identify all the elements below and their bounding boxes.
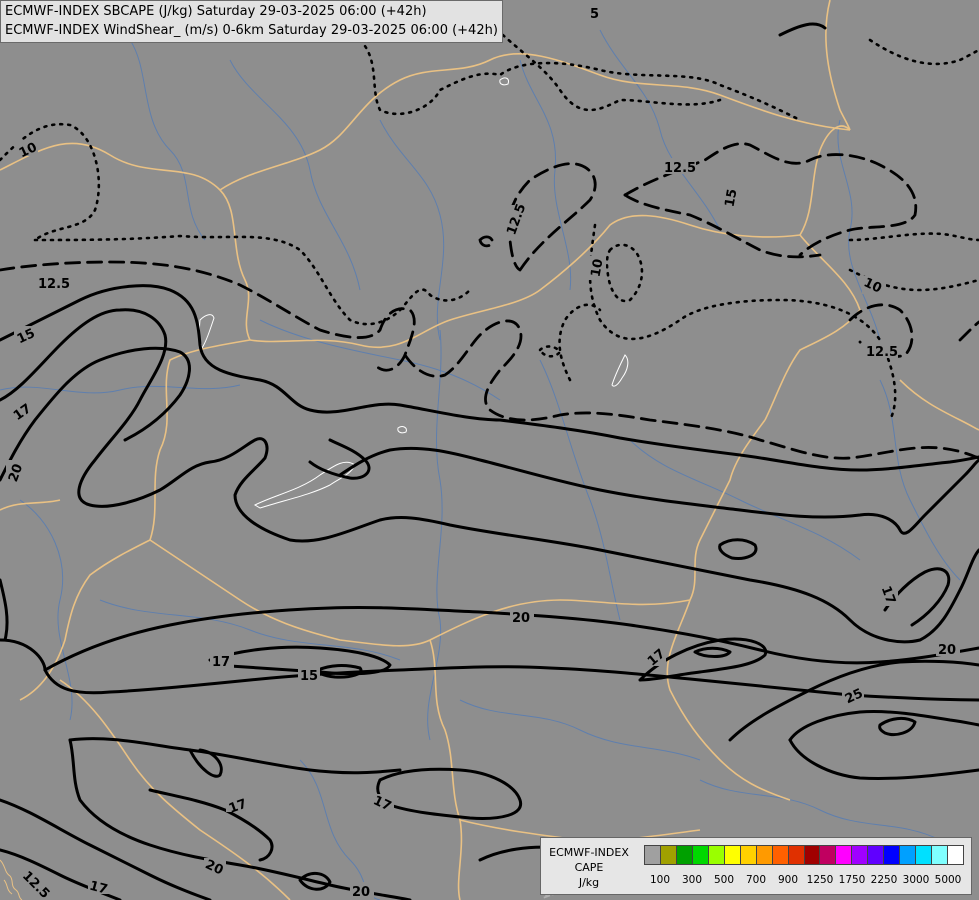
- cape-legend: ECMWF-INDEX CAPE J/kg 100 300 500 700 900 125…: [540, 837, 972, 895]
- contour-label: 5: [590, 7, 599, 22]
- contour-label: 12.5: [664, 161, 696, 176]
- legend-swatch: [660, 845, 677, 865]
- map-background: [0, 0, 979, 900]
- legend-tick-label: 3000: [902, 874, 930, 886]
- legend-swatch: [724, 845, 741, 865]
- contour-label: 12.5: [38, 277, 70, 292]
- legend-swatch: [836, 845, 853, 865]
- contour-label: 10: [589, 258, 607, 278]
- contour-label: 17: [212, 655, 230, 670]
- contour-label: 12.5: [866, 345, 898, 360]
- header-line-windshear: ECMWF-INDEX WindShear_ (m/s) 0-6km Satur…: [5, 23, 498, 38]
- legend-swatch: [772, 845, 789, 865]
- legend-swatch: [932, 845, 949, 865]
- legend-swatch: [644, 845, 661, 865]
- legend-tick-label: 500: [713, 874, 735, 886]
- legend-swatch: [900, 845, 917, 865]
- legend-title: ECMWF-INDEX CAPE J/kg: [545, 845, 633, 890]
- legend-tick-label: 300: [681, 874, 703, 886]
- map-header: ECMWF-INDEX SBCAPE (J/kg) Saturday 29-03…: [0, 0, 503, 43]
- legend-model: ECMWF-INDEX: [549, 846, 629, 859]
- legend-swatch: [884, 845, 901, 865]
- legend-swatch: [740, 845, 757, 865]
- legend-color-bar: [644, 845, 965, 865]
- legend-swatch: [852, 845, 869, 865]
- header-line-sbcape: ECMWF-INDEX SBCAPE (J/kg) Saturday 29-03…: [5, 4, 427, 19]
- contour-label: 15: [723, 188, 741, 208]
- legend-swatch: [692, 845, 709, 865]
- contour-label: 20: [352, 885, 370, 900]
- contour-label: 15: [300, 669, 318, 684]
- weather-map: 5 10 12.5 12.5 12.5 15 10 10 12.5 15 17 …: [0, 0, 979, 900]
- legend-tick-label: 900: [777, 874, 799, 886]
- legend-tick-label: 5000: [934, 874, 962, 886]
- legend-swatch: [820, 845, 837, 865]
- legend-tick-label: 1750: [838, 874, 866, 886]
- legend-swatch: [916, 845, 933, 865]
- legend-tick-label: 2250: [870, 874, 898, 886]
- legend-swatch: [804, 845, 821, 865]
- legend-tick-label: 100: [649, 874, 671, 886]
- legend-tick-label: 700: [745, 874, 767, 886]
- legend-tick-label: 1250: [806, 874, 834, 886]
- legend-swatch: [788, 845, 805, 865]
- contour-label: 20: [512, 611, 530, 626]
- contour-label: 20: [938, 643, 956, 658]
- legend-variable: CAPE: [574, 861, 604, 874]
- legend-swatch: [708, 845, 725, 865]
- legend-swatch: [868, 845, 885, 865]
- legend-swatch: [756, 845, 773, 865]
- legend-swatch: [676, 845, 693, 865]
- legend-ticks: 100 300 500 700 900 1250 1750 2250 3000 5000: [644, 874, 964, 888]
- legend-swatch: [948, 845, 965, 865]
- legend-unit: J/kg: [578, 876, 600, 889]
